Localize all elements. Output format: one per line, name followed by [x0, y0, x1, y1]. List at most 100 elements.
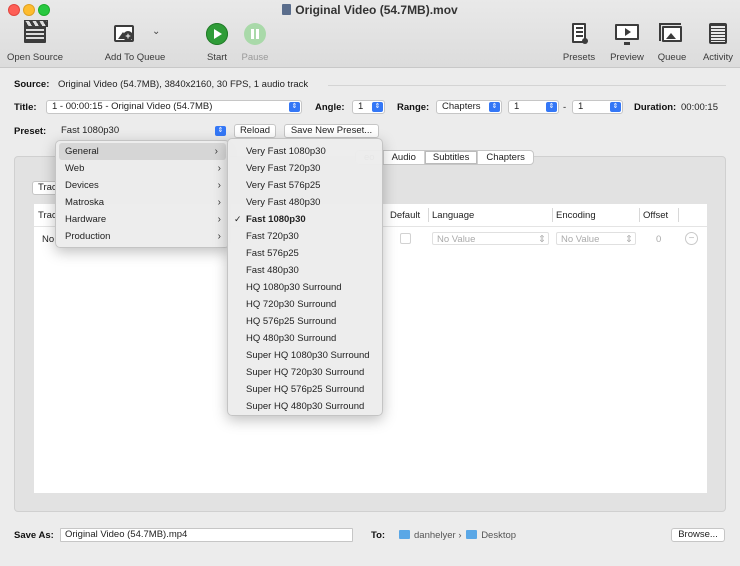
menu-item-preset-selected[interactable]: ✓ Fast 1080p30: [228, 211, 382, 228]
document-icon: [282, 4, 292, 15]
menu-item-preset[interactable]: Super HQ 576p25 Surround: [228, 381, 382, 398]
menu-item-matroska[interactable]: Matroska ›: [56, 194, 229, 211]
updown-arrows-icon: ⇕: [289, 102, 300, 112]
menu-item-web[interactable]: Web ›: [56, 160, 229, 177]
chevron-right-icon: ›: [214, 146, 218, 157]
source-label: Source:: [14, 79, 50, 90]
updown-arrows-icon: ⇕: [625, 234, 633, 245]
clapperboard-icon: [24, 20, 48, 43]
column-encoding[interactable]: Encoding: [556, 210, 596, 221]
destination-path[interactable]: danhelyer › Desktop: [399, 530, 516, 541]
menu-item-preset[interactable]: Very Fast 720p30: [228, 160, 382, 177]
chevron-right-icon: ›: [217, 231, 221, 242]
offset-value[interactable]: 0: [656, 234, 661, 245]
column-default[interactable]: Default: [390, 210, 420, 221]
chevron-down-icon[interactable]: ⌄: [152, 26, 160, 37]
menu-item-general[interactable]: General ›: [59, 143, 226, 160]
tab-audio[interactable]: Audio: [384, 151, 425, 164]
column-track[interactable]: Trac: [38, 210, 57, 221]
updown-arrows-icon: ⇕: [610, 102, 621, 112]
pause-button[interactable]: Pause: [240, 22, 270, 63]
range-start-select[interactable]: 1 ⇕: [508, 100, 559, 114]
activity-log-icon: [709, 23, 727, 44]
menu-item-preset[interactable]: Very Fast 1080p30: [228, 143, 382, 160]
language-value: No Value: [437, 234, 476, 245]
menu-item-preset[interactable]: Fast 576p25: [228, 245, 382, 262]
range-separator: -: [563, 102, 567, 113]
column-divider: [552, 208, 553, 222]
divider: [328, 85, 726, 86]
range-label: Range:: [397, 102, 430, 113]
source-info: Original Video (54.7MB), 3840x2160, 30 F…: [58, 79, 309, 90]
reload-button[interactable]: Reload: [234, 124, 276, 138]
column-divider: [678, 208, 679, 222]
updown-arrows-icon: ⇕: [538, 234, 546, 245]
menu-item-preset[interactable]: Super HQ 480p30 Surround: [228, 398, 382, 415]
title-label: Title:: [14, 102, 37, 113]
queue-icon: [659, 23, 682, 42]
pause-icon: [244, 23, 266, 45]
chevron-right-icon: ›: [217, 197, 221, 208]
menu-item-preset[interactable]: Fast 720p30: [228, 228, 382, 245]
play-icon: [206, 23, 228, 45]
duration-value: 00:00:15: [681, 102, 718, 113]
checkmark-icon: ✓: [234, 214, 242, 224]
updown-arrows-icon: ⇕: [489, 102, 500, 112]
chevron-right-icon: ›: [217, 180, 221, 191]
folder-icon: [466, 530, 478, 539]
add-to-queue-icon: +: [114, 25, 134, 42]
menu-item-devices[interactable]: Devices ›: [56, 177, 229, 194]
angle-label: Angle:: [315, 102, 345, 113]
title-select[interactable]: 1 - 00:00:15 - Original Video (54.7MB) ⇕: [46, 100, 302, 114]
preset-select[interactable]: Fast 1080p30 ⇕: [55, 124, 228, 138]
save-as-field[interactable]: Original Video (54.7MB).mp4: [60, 528, 353, 542]
menu-item-preset[interactable]: HQ 576p25 Surround: [228, 313, 382, 330]
range-end-select[interactable]: 1 ⇕: [572, 100, 623, 114]
queue-button[interactable]: Queue: [655, 22, 689, 63]
column-divider: [428, 208, 429, 222]
angle-select[interactable]: 1 ⇕: [352, 100, 385, 114]
open-source-button[interactable]: Open Source: [4, 20, 66, 63]
menu-item-preset[interactable]: HQ 720p30 Surround: [228, 296, 382, 313]
add-to-queue-button[interactable]: + ⌄ Add To Queue: [100, 22, 170, 63]
chevron-right-icon: ›: [217, 214, 221, 225]
column-language[interactable]: Language: [432, 210, 474, 221]
updown-arrows-icon: ⇕: [372, 102, 383, 112]
column-divider: [639, 208, 640, 222]
tab-subtitles[interactable]: Subtitles: [424, 151, 479, 164]
toolbar: Original Video (54.7MB).mov Open Source …: [0, 0, 740, 68]
remove-track-icon[interactable]: −: [685, 232, 698, 245]
presets-button[interactable]: Presets: [560, 22, 598, 63]
menu-item-preset[interactable]: Super HQ 1080p30 Surround: [228, 347, 382, 364]
to-label: To:: [371, 530, 386, 541]
preview-monitor-icon: [615, 24, 639, 45]
menu-item-preset[interactable]: Super HQ 720p30 Surround: [228, 364, 382, 381]
window-title: Original Video (54.7MB).mov: [0, 3, 740, 17]
preset-label: Preset:: [14, 126, 47, 137]
save-as-label: Save As:: [14, 530, 54, 541]
encoding-value: No Value: [561, 234, 600, 245]
menu-item-preset[interactable]: Very Fast 480p30: [228, 194, 382, 211]
menu-item-preset[interactable]: Fast 480p30: [228, 262, 382, 279]
folder-icon: [399, 530, 410, 539]
general-presets-submenu: Very Fast 1080p30 Very Fast 720p30 Very …: [227, 138, 383, 416]
menu-item-hardware[interactable]: Hardware ›: [56, 211, 229, 228]
preview-button[interactable]: Preview: [607, 22, 647, 63]
column-offset[interactable]: Offset: [643, 210, 668, 221]
menu-item-preset[interactable]: Very Fast 576p25: [228, 177, 382, 194]
preset-category-menu: General › Web › Devices › Matroska › Hardwar…: [55, 140, 230, 248]
presets-icon: [572, 23, 588, 44]
menu-item-production[interactable]: Production ›: [56, 228, 229, 245]
start-button[interactable]: Start: [204, 22, 230, 63]
activity-button[interactable]: Activity: [699, 22, 737, 63]
menu-item-preset[interactable]: HQ 480p30 Surround: [228, 330, 382, 347]
row-track-select[interactable]: No: [42, 234, 54, 245]
browse-button[interactable]: Browse...: [671, 528, 725, 542]
range-mode-select[interactable]: Chapters ⇕: [436, 100, 502, 114]
tab-chapters[interactable]: Chapters: [478, 151, 533, 164]
menu-item-preset[interactable]: HQ 1080p30 Surround: [228, 279, 382, 296]
duration-label: Duration:: [634, 102, 677, 113]
save-new-preset-button[interactable]: Save New Preset...: [284, 124, 379, 138]
updown-arrows-icon: ⇕: [546, 102, 557, 112]
default-checkbox[interactable]: [400, 233, 411, 244]
